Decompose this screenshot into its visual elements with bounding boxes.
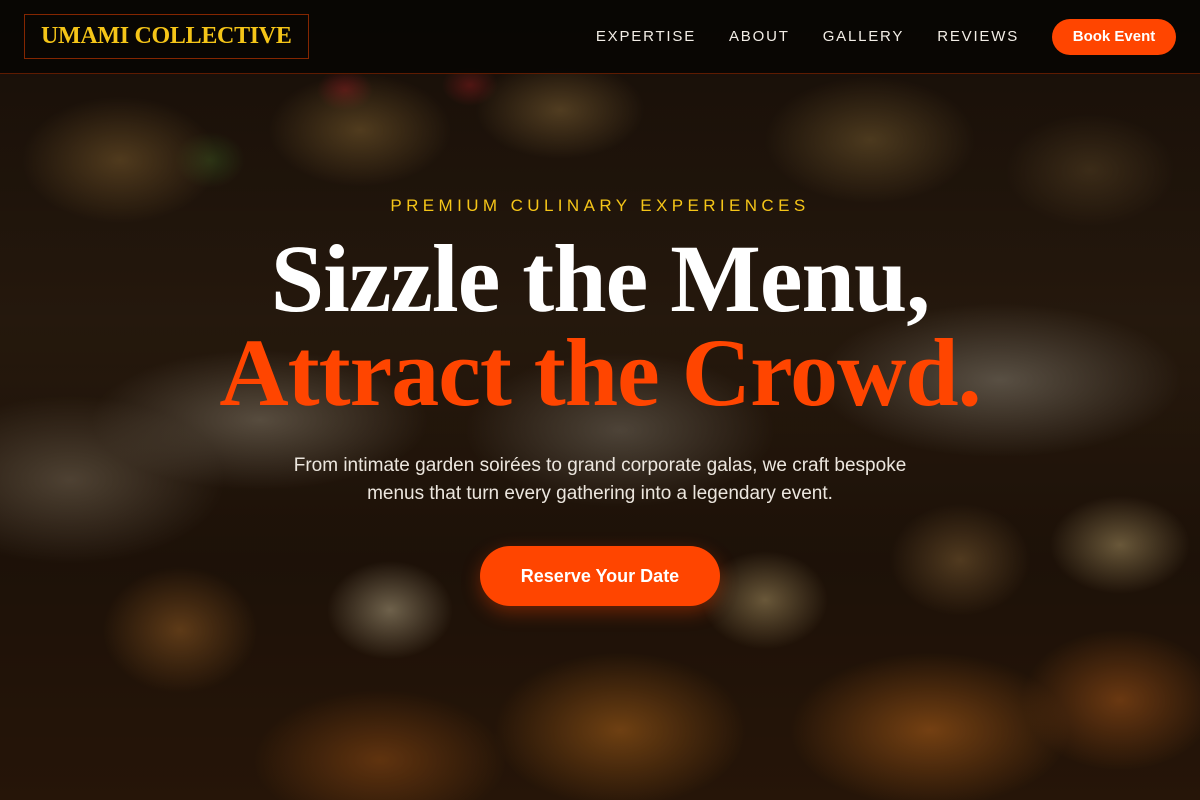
nav-link-about[interactable]: ABOUT [729,28,790,45]
nav-link-reviews[interactable]: REVIEWS [937,28,1019,45]
top-navigation-bar: UMAMI COLLECTIVE EXPERTISE ABOUT GALLERY… [0,0,1200,74]
book-event-button[interactable]: Book Event [1052,18,1176,55]
reserve-date-button[interactable]: Reserve Your Date [480,546,720,606]
hero-headline: Sizzle the Menu, Attract the Crowd. [0,225,1200,426]
hero-subtitle: From intimate garden soirées to grand co… [293,455,907,504]
hero-eyebrow: PREMIUM CULINARY EXPERIENCES [390,196,810,215]
hero-headline-line1: Sizzle the Menu, [270,225,931,332]
hero-headline-line2: Attract the Crowd. [219,319,981,426]
brand-logo[interactable]: UMAMI COLLECTIVE [24,14,309,59]
nav-link-gallery[interactable]: GALLERY [823,28,905,45]
nav-link-expertise[interactable]: EXPERTISE [596,28,696,45]
nav-links: EXPERTISE ABOUT GALLERY REVIEWS Book Eve… [596,18,1176,55]
landing-page: UMAMI COLLECTIVE EXPERTISE ABOUT GALLERY… [0,0,1200,800]
